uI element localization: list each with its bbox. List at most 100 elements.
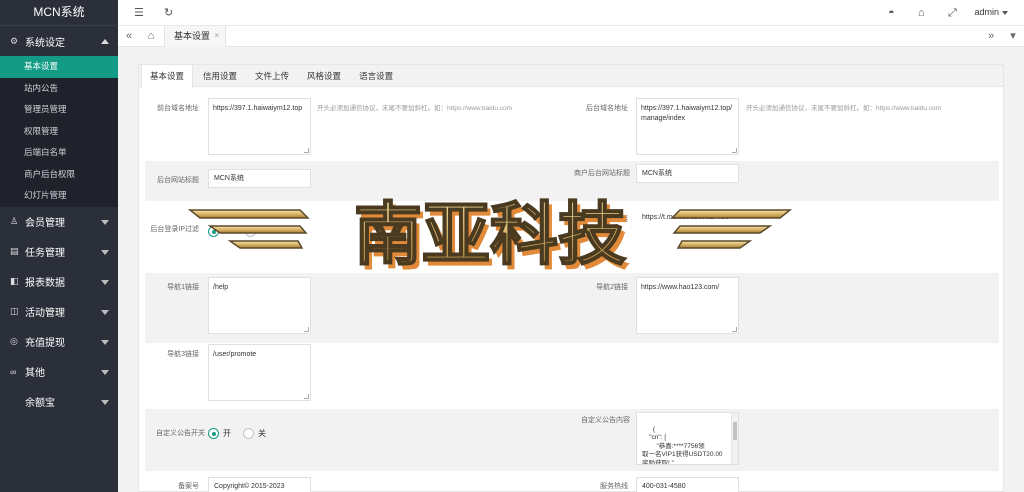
tab-credit[interactable]: 信用设置 <box>195 65 245 87</box>
tab-menu-icon[interactable]: ▾ <box>1002 26 1024 47</box>
sidebar-item-admin-management[interactable]: 管理员管理 <box>0 99 118 121</box>
top-header: ☰ ↻ ◓ ⌂ ⤢ admin <box>118 0 1024 26</box>
admin-menu[interactable]: admin <box>974 7 1008 17</box>
scrollbar-thumb[interactable] <box>733 422 737 440</box>
front-domain-label: 前台域名地址 <box>157 105 199 112</box>
service-hotline-input[interactable]: 400-031-4580 <box>636 477 739 492</box>
chevron-down-icon <box>101 369 109 375</box>
menu-group-label: 会员管理 <box>25 218 65 229</box>
tab-basic[interactable]: 基本设置 <box>141 65 194 88</box>
sidebar-item-basic-settings[interactable]: 基本设置 <box>0 56 118 78</box>
sidebar-item-permissions[interactable]: 权限管理 <box>0 121 118 143</box>
form-row-record: 备案号 Copyright© 2015-2023 服务热线 400-031-45… <box>145 473 999 492</box>
radio-circle <box>243 428 254 439</box>
tab-label: 基本设置 <box>174 31 211 41</box>
form-row-titles: 后台网站标题 MCN系统 商户后台网站标题 MCN系统 <box>145 161 999 201</box>
radio-circle <box>245 226 256 237</box>
menu-group-wallet[interactable]: 余额宝 <box>0 387 118 417</box>
tab-upload[interactable]: 文件上传 <box>247 65 297 87</box>
notice-radio-on[interactable]: 开 <box>208 428 231 439</box>
form-tabs: 基本设置 信用设置 文件上传 风格设置 语言设置 <box>139 65 1003 88</box>
nav2-field[interactable]: https://www.hao123.com/ <box>636 277 739 334</box>
form-row-domains: 前台域名地址 https://397.1.haiwaiym12.top 开头必须… <box>145 93 999 159</box>
service-link-input[interactable]: https://t.me/ds88265327406 <box>636 208 739 227</box>
back-domain-label: 后台域名地址 <box>586 105 628 112</box>
notice-radio-off[interactable]: 关 <box>243 428 266 439</box>
close-icon[interactable]: × <box>214 26 219 46</box>
form-row-nav3: 导航3链接 /user/promote <box>145 343 999 407</box>
menu-group-label: 充值提现 <box>25 338 65 349</box>
login-ip-label: 后台登录IP过滤 <box>150 226 199 233</box>
radio-circle <box>208 428 219 439</box>
menu-group-label: 其他 <box>25 368 45 379</box>
tab-basic-settings[interactable]: 基本设置 × <box>164 26 226 47</box>
fullscreen-icon[interactable]: ⤢ <box>948 6 957 20</box>
theme-icon[interactable]: ◓ <box>888 6 895 20</box>
login-ip-radio-on[interactable] <box>208 226 223 237</box>
menu-group-reports[interactable]: ◧ 报表数据 <box>0 267 118 297</box>
sidebar: MCN系统 ⚙ 系统设定 基本设置 站内公告 管理员管理 权限管理 后端白名单 … <box>0 0 118 492</box>
notice-content-field[interactable]: { "cn": [ "恭喜:****7756领 取一名VIP1获得USDT20.… <box>636 412 739 465</box>
menu-group-system[interactable]: ⚙ 系统设定 <box>0 26 118 56</box>
sidebar-item-slides[interactable]: 幻灯片管理 <box>0 185 118 207</box>
menu-group-recharge[interactable]: ◎ 充值提现 <box>0 327 118 357</box>
chevron-down-icon <box>101 219 109 225</box>
menu-group-tasks[interactable]: ▤ 任务管理 <box>0 237 118 267</box>
menu-group-label: 活动管理 <box>25 308 65 319</box>
admin-name: admin <box>974 7 999 17</box>
page-tabbar: « ⌂ 基本设置 × » ▾ <box>118 26 1024 47</box>
refresh-icon[interactable]: ↻ <box>164 6 173 20</box>
settings-panel: 基本设置 信用设置 文件上传 风格设置 语言设置 前台域名地址 https://… <box>138 64 1004 492</box>
radio-label-on: 开 <box>223 429 231 438</box>
chevron-down-icon <box>101 279 109 285</box>
nav3-label: 导航3链接 <box>167 351 199 358</box>
chevron-down-icon <box>101 249 109 255</box>
menu-group-other[interactable]: ∞ 其他 <box>0 357 118 387</box>
service-link-label: 客服链接 <box>600 216 628 223</box>
chevron-down-icon <box>101 399 109 405</box>
front-domain-field[interactable]: https://397.1.haiwaiym12.top <box>208 98 311 155</box>
site-title-input[interactable]: MCN系统 <box>208 169 311 188</box>
back-domain-hint: 开头必须加通信协议，末尾不要加斜杠。如：https://www.baidu.co… <box>746 105 942 112</box>
form-row-nav: 导航1链接 /help 导航2链接 https://www.hao123.com… <box>145 273 999 343</box>
nav1-field[interactable]: /help <box>208 277 311 334</box>
nav3-field[interactable]: /user/promote <box>208 344 311 401</box>
menu-group-activities[interactable]: ◫ 活动管理 <box>0 297 118 327</box>
record-no-label: 备案号 <box>178 483 199 490</box>
tab-style[interactable]: 风格设置 <box>299 65 349 87</box>
sidebar-item-merchant-permissions[interactable]: 商户后台权限 <box>0 164 118 186</box>
login-ip-radio-off[interactable] <box>245 226 260 237</box>
notice-content-text: { "cn": [ "恭喜:****7756领 取一名VIP1获得USDT20.… <box>642 425 723 465</box>
radio-label-off: 关 <box>258 429 266 438</box>
sidebar-item-announcements[interactable]: 站内公告 <box>0 78 118 100</box>
record-no-input[interactable]: Copyright© 2015-2023 <box>208 477 311 492</box>
caret-down-icon <box>1002 10 1008 15</box>
tag-icon[interactable]: ⌂ <box>918 6 925 20</box>
sidebar-item-backend-whitelist[interactable]: 后端白名单 <box>0 142 118 164</box>
chevron-down-icon <box>101 339 109 345</box>
tab-language[interactable]: 语言设置 <box>351 65 401 87</box>
chevron-down-icon <box>101 309 109 315</box>
menu-group-label: 报表数据 <box>25 278 65 289</box>
nav1-label: 导航1链接 <box>167 284 199 291</box>
merchant-title-label: 商户后台网站标题 <box>574 170 630 177</box>
activity-icon: ◫ <box>10 306 19 316</box>
menu-group-label: 系统设定 <box>25 37 65 49</box>
more-icon: ∞ <box>10 366 17 377</box>
back-domain-field[interactable]: https://397.1.haiwaiym12.top/manage/inde… <box>636 98 739 155</box>
notice-scrollbar[interactable] <box>731 413 738 464</box>
brand-title: MCN系统 <box>0 0 118 26</box>
chevron-up-icon <box>101 39 109 44</box>
menu-toggle-icon[interactable]: ☰ <box>134 6 144 20</box>
scroll-left-icon[interactable]: « <box>118 26 140 47</box>
menu-group-label: 任务管理 <box>25 248 65 259</box>
home-icon[interactable]: ⌂ <box>140 26 162 47</box>
front-domain-hint: 开头必须加通信协议，末尾不要加斜杠。如：https://www.baidu.co… <box>317 105 513 112</box>
money-icon: ◎ <box>10 336 18 346</box>
scroll-right-icon[interactable]: » <box>980 26 1002 47</box>
menu-group-members[interactable]: ♙ 会员管理 <box>0 207 118 237</box>
submenu-system: 基本设置 站内公告 管理员管理 权限管理 后端白名单 商户后台权限 幻灯片管理 <box>0 56 118 207</box>
radio-circle <box>208 226 219 237</box>
form-row-login-ip: 后台登录IP过滤 客服链接 https://t.me/ds88265327406 <box>145 203 999 273</box>
merchant-title-input[interactable]: MCN系统 <box>636 164 739 183</box>
